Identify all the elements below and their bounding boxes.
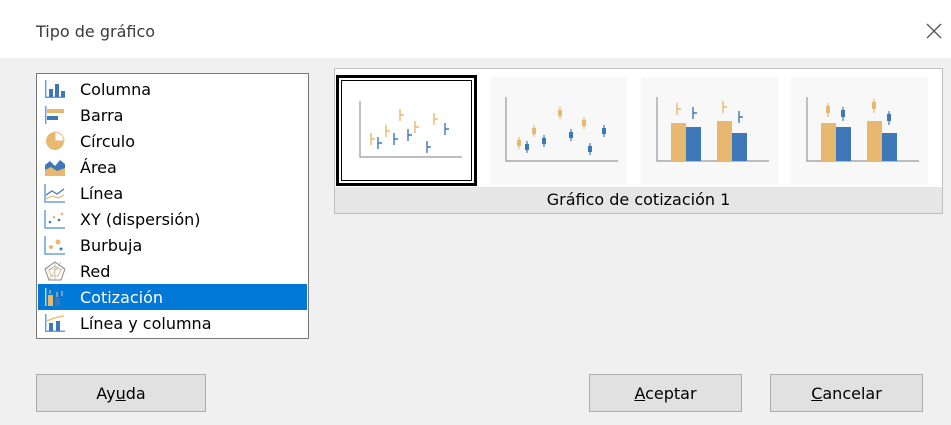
chart-type-item-red[interactable]: Red xyxy=(38,258,307,284)
chart-type-label: Línea y columna xyxy=(80,313,212,333)
chart-type-label: Área xyxy=(80,157,117,177)
cancel-button[interactable]: Cancelar xyxy=(770,374,923,412)
column-line-chart-icon xyxy=(45,314,65,332)
chart-type-label: Línea xyxy=(80,183,124,203)
chart-type-item-barra[interactable]: Barra xyxy=(38,102,307,128)
stock-chart-variant-4-icon xyxy=(806,97,919,162)
chart-type-item-cotizacion[interactable]: Cotización xyxy=(38,284,307,310)
chart-type-item-linea-y-columna[interactable]: Línea y columna xyxy=(38,310,307,336)
help-button[interactable]: Ayuda xyxy=(36,374,206,412)
ok-label: Aceptar xyxy=(634,383,697,403)
chart-type-label: Burbuja xyxy=(80,235,143,255)
chart-variant-3[interactable] xyxy=(641,77,778,184)
chart-type-label: Columna xyxy=(80,79,152,99)
chart-variant-1[interactable] xyxy=(336,75,477,186)
variant-caption: Gráfico de cotización 1 xyxy=(335,187,942,213)
line-chart-icon xyxy=(44,184,65,203)
chart-type-item-columna[interactable]: Columna xyxy=(38,76,307,102)
chart-type-item-circulo[interactable]: Círculo xyxy=(38,128,307,154)
stock-chart-variant-3-icon xyxy=(656,97,769,162)
close-icon[interactable] xyxy=(921,18,947,44)
title-bar: Tipo de gráfico xyxy=(0,0,951,58)
chart-type-item-burbuja[interactable]: Burbuja xyxy=(38,232,307,258)
chart-type-item-area[interactable]: Área xyxy=(38,154,307,180)
stock-chart-icon xyxy=(45,288,63,306)
cancel-label: Cancelar xyxy=(811,383,882,403)
stock-chart-variant-1-icon xyxy=(359,101,462,158)
pie-chart-icon xyxy=(46,131,65,150)
bubble-chart-icon xyxy=(44,236,65,255)
stock-chart-variant-2-icon xyxy=(505,97,618,162)
column-chart-icon xyxy=(45,80,65,98)
chart-variant-4[interactable] xyxy=(791,77,928,184)
bar-chart-icon xyxy=(45,106,64,124)
chart-type-label: Círculo xyxy=(80,131,136,151)
net-chart-icon xyxy=(44,261,66,281)
chart-type-dialog: Tipo de gráfico Columna Barra Círculo Ár… xyxy=(0,0,951,425)
chart-type-label: XY (dispersión) xyxy=(80,209,201,229)
area-chart-icon xyxy=(45,160,65,176)
help-label: Ayuda xyxy=(96,383,146,403)
chart-variant-2[interactable] xyxy=(490,77,627,184)
chart-type-label: Cotización xyxy=(80,287,164,307)
chart-type-list[interactable]: Columna Barra Círculo Área Línea XY (dis… xyxy=(36,73,309,339)
scatter-chart-icon xyxy=(44,210,65,229)
dialog-title: Tipo de gráfico xyxy=(36,22,156,41)
ok-button[interactable]: Aceptar xyxy=(589,374,742,412)
chart-type-item-xy-dispersion[interactable]: XY (dispersión) xyxy=(38,206,307,232)
chart-type-label: Red xyxy=(80,261,111,281)
chart-type-label: Barra xyxy=(80,105,124,125)
chart-variant-gallery: Gráfico de cotización 1 xyxy=(334,68,943,214)
chart-type-item-linea[interactable]: Línea xyxy=(38,180,307,206)
